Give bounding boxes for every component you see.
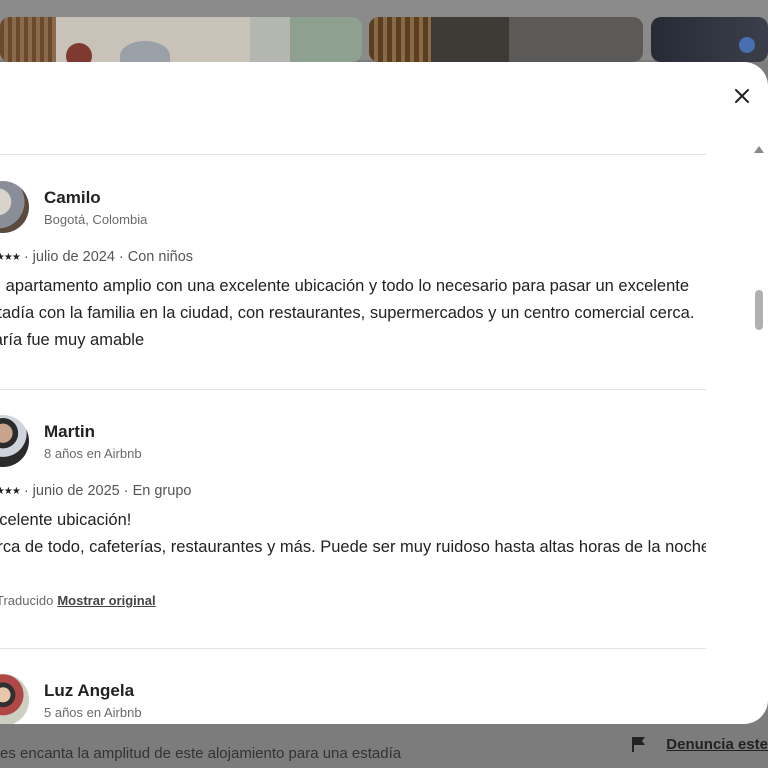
avatar[interactable] bbox=[0, 181, 29, 233]
trip-type: Con niños bbox=[127, 249, 194, 265]
review-date: junio de 2025 bbox=[32, 483, 120, 499]
flag-icon bbox=[632, 737, 646, 752]
review-date: julio de 2024 bbox=[32, 249, 115, 265]
background-review-text: es encanta la amplitud de este alojamien… bbox=[0, 745, 402, 762]
avatar[interactable] bbox=[0, 415, 29, 467]
scroll-up-icon[interactable] bbox=[754, 146, 764, 153]
scrollbar-thumb[interactable] bbox=[755, 290, 763, 330]
close-button[interactable] bbox=[726, 80, 758, 112]
star-rating: ★★★★★ bbox=[0, 485, 21, 497]
close-icon bbox=[735, 89, 749, 103]
review-meta: ★★★★★ · junio de 2025 · En grupo bbox=[0, 483, 191, 499]
reviews-list[interactable]: Camilo Bogotá, Colombia ★★★★★ · julio de… bbox=[0, 154, 706, 724]
translated-label: Traducido bbox=[0, 593, 54, 608]
review-title: Excelente ubicación! bbox=[0, 511, 132, 529]
reviewer-name: Luz Angela bbox=[44, 681, 135, 700]
reviewer-location: Bogotá, Colombia bbox=[44, 212, 148, 227]
avatar[interactable] bbox=[0, 674, 29, 724]
listing-photo[interactable] bbox=[369, 17, 643, 62]
reviewer-name: Martin bbox=[44, 422, 95, 441]
review-text: cerca de todo, cafeterías, restaurantes … bbox=[0, 538, 706, 556]
review-meta: ★★★★★ · julio de 2024 · Con niños bbox=[0, 249, 193, 265]
review-text: Un apartamento amplio con una excelente … bbox=[0, 277, 695, 349]
divider bbox=[0, 648, 706, 649]
report-listing[interactable]: Denuncia este bbox=[630, 735, 768, 753]
divider bbox=[0, 389, 706, 390]
listing-photo-strip bbox=[0, 0, 768, 62]
reviews-modal: Camilo Bogotá, Colombia ★★★★★ · julio de… bbox=[0, 62, 768, 724]
show-original-link[interactable]: Mostrar original bbox=[57, 593, 155, 608]
star-rating: ★★★★★ bbox=[0, 251, 21, 263]
reviewer-tenure: 8 años en Airbnb bbox=[44, 446, 142, 461]
scrollbar[interactable] bbox=[752, 146, 764, 716]
reviewer-tenure: 5 años en Airbnb bbox=[44, 705, 142, 720]
listing-photo[interactable] bbox=[651, 17, 768, 62]
trip-type: En grupo bbox=[132, 483, 192, 499]
report-listing-link[interactable]: Denuncia este bbox=[666, 736, 768, 753]
translated-note: Traducido Mostrar original bbox=[0, 593, 156, 608]
listing-photo[interactable] bbox=[0, 17, 362, 62]
reviewer-name: Camilo bbox=[44, 188, 101, 207]
